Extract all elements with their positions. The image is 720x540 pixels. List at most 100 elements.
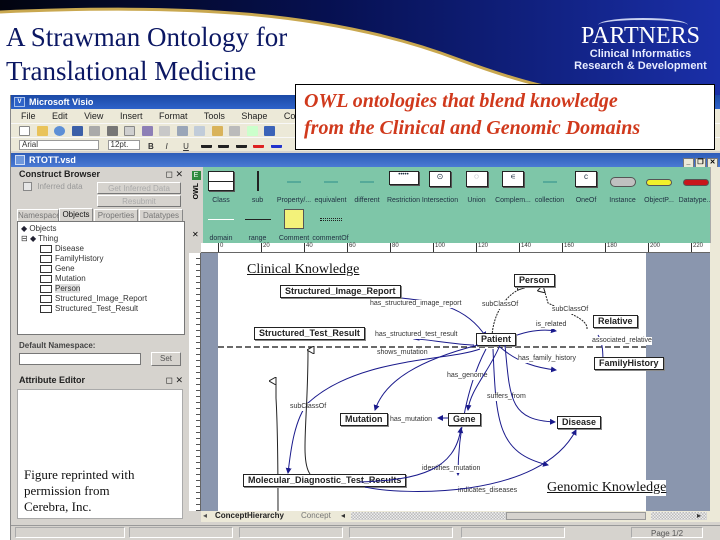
default-namespace-input[interactable] xyxy=(19,353,141,365)
slide-title: A Strawman Ontology for Translational Me… xyxy=(6,20,287,88)
tab-scroll-icon[interactable]: ◂ xyxy=(341,511,345,521)
menu-view[interactable]: View xyxy=(84,111,103,121)
tree-item[interactable]: Disease xyxy=(40,244,84,254)
clinical-knowledge-title: Clinical Knowledge xyxy=(247,262,360,277)
bullet-icon: ◆ xyxy=(29,234,39,243)
node-family-history[interactable]: FamilyHistory xyxy=(594,357,664,370)
italic-icon[interactable]: I xyxy=(166,140,177,151)
copy-icon[interactable] xyxy=(194,125,206,136)
node-mutation[interactable]: Mutation xyxy=(340,413,388,426)
node-structured-test-result[interactable]: Structured_Test_Result xyxy=(254,327,365,340)
stencil-scrollbar[interactable] xyxy=(710,167,720,243)
tab-objects[interactable]: Objects xyxy=(59,208,93,221)
save-icon[interactable] xyxy=(71,125,83,136)
tree-item[interactable]: Person xyxy=(40,284,81,294)
canvas-vertical-scrollbar[interactable] xyxy=(710,243,720,511)
node-person[interactable]: Person xyxy=(514,274,555,287)
dock-icon[interactable]: ◻ xyxy=(165,169,172,179)
spelling-icon[interactable] xyxy=(141,125,153,136)
tab-nav-first-icon[interactable]: ◂ xyxy=(203,511,207,521)
get-inferred-data-button[interactable]: Get Inferred Data xyxy=(97,182,181,194)
tree-item[interactable]: FamilyHistory xyxy=(40,254,103,264)
edge-has-structured-test-result xyxy=(413,334,475,346)
expand-icon[interactable]: ⊟ xyxy=(21,234,30,243)
font-color-icon[interactable] xyxy=(253,142,265,148)
ruler-tick-label: 60 xyxy=(347,243,356,252)
menu-shape[interactable]: Shape xyxy=(241,111,267,121)
edge-suffers-from xyxy=(492,348,549,467)
ruler-tick-label: 160 xyxy=(562,243,574,252)
tree-item[interactable]: Structured_Image_Report xyxy=(40,294,147,304)
bold-icon[interactable]: B xyxy=(148,140,159,151)
align-left-icon[interactable] xyxy=(200,142,212,148)
slide-title-line1: A Strawman Ontology for xyxy=(6,22,288,52)
tree-item[interactable]: ⊟ ◆ Thing xyxy=(21,234,58,244)
align-center-icon[interactable] xyxy=(218,142,230,148)
horizontal-scroll-track[interactable] xyxy=(351,512,506,520)
horizontal-scroll-thumb[interactable] xyxy=(506,512,646,520)
attribute-editor-header: Attribute Editor ◻ ✕ xyxy=(15,373,187,387)
scroll-right-icon[interactable]: ▸ xyxy=(697,511,701,521)
open-icon[interactable] xyxy=(36,125,48,136)
undo-icon[interactable] xyxy=(264,125,276,136)
tab-namespaces[interactable]: Namespaces xyxy=(17,209,65,221)
resubmit-button[interactable]: Resubmit xyxy=(97,195,181,207)
tab-datatypes[interactable]: Datatypes xyxy=(139,209,183,221)
node-patient[interactable]: Patient xyxy=(476,333,517,346)
ruler-tick-label: 20 xyxy=(261,243,270,252)
node-molecular-diagnostic-test-results[interactable]: Molecular_Diagnostic_Test_Results xyxy=(243,474,407,487)
dock-icon[interactable]: ◻ xyxy=(165,375,172,385)
menu-edit[interactable]: Edit xyxy=(52,111,68,121)
node-structured-image-report[interactable]: Structured_Image_Report xyxy=(280,285,401,298)
ruler-tick-label: 140 xyxy=(519,243,531,252)
cut-icon[interactable] xyxy=(176,125,188,136)
relation-is-related: is_related xyxy=(536,321,567,329)
permission-icon[interactable] xyxy=(89,125,101,136)
research-icon[interactable] xyxy=(159,125,171,136)
web-icon[interactable] xyxy=(54,125,66,136)
print-icon[interactable] xyxy=(106,125,118,136)
format-painter-icon[interactable] xyxy=(246,125,258,136)
class-box-icon xyxy=(40,244,52,253)
default-namespace-label: Default Namespace: xyxy=(19,341,96,350)
tab-properties[interactable]: Properties xyxy=(94,209,138,221)
tree-item[interactable]: Gene xyxy=(40,264,75,274)
set-namespace-button[interactable]: Set xyxy=(151,352,181,366)
tab-concept-hierarchy[interactable]: ConceptHierarchy xyxy=(215,511,284,521)
paste-icon[interactable] xyxy=(211,125,223,136)
relation-associated-relative: associated_relative xyxy=(592,337,652,345)
stencil-item-commentof[interactable]: commentOf xyxy=(301,209,361,242)
node-disease[interactable]: Disease xyxy=(557,416,602,429)
delete-icon[interactable] xyxy=(229,125,241,136)
tree-item[interactable]: ◆ Objects xyxy=(21,224,57,234)
print-preview-icon[interactable] xyxy=(124,125,136,136)
class-box-icon xyxy=(40,254,52,263)
new-icon[interactable] xyxy=(19,125,30,136)
status-cell xyxy=(15,527,125,538)
tree-item[interactable]: Mutation xyxy=(40,274,86,284)
class-box-icon xyxy=(40,294,52,303)
node-gene[interactable]: Gene xyxy=(448,413,481,426)
underline-icon[interactable]: U xyxy=(183,140,194,151)
menu-tools[interactable]: Tools xyxy=(204,111,225,121)
menu-format[interactable]: Format xyxy=(159,111,188,121)
page-tab-bar: ◂ ConceptHierarchy Concept ◂ ▸ xyxy=(201,511,720,522)
inferred-data-checkbox[interactable] xyxy=(23,182,32,192)
tab-concept[interactable]: Concept xyxy=(301,511,331,521)
document-icon xyxy=(15,155,25,165)
menu-insert[interactable]: Insert xyxy=(120,111,143,121)
ruler-tick-label: 0 xyxy=(218,243,223,252)
class-box-icon xyxy=(40,264,52,273)
font-name-select[interactable]: Arial xyxy=(19,139,99,150)
panel-close-icon[interactable]: ✕ xyxy=(175,169,183,179)
class-box-icon xyxy=(40,274,52,283)
font-size-select[interactable]: 12pt. xyxy=(107,139,140,150)
line-color-icon[interactable] xyxy=(270,142,282,148)
panel-close-icon[interactable]: ✕ xyxy=(175,375,183,385)
ruler-tick-label: 120 xyxy=(476,243,488,252)
menu-file[interactable]: File xyxy=(21,111,36,121)
node-relative[interactable]: Relative xyxy=(593,315,638,328)
align-right-icon[interactable] xyxy=(235,142,247,148)
relation-subclassof: subClassOf xyxy=(552,306,589,314)
tree-item[interactable]: Structured_Test_Result xyxy=(40,304,138,314)
